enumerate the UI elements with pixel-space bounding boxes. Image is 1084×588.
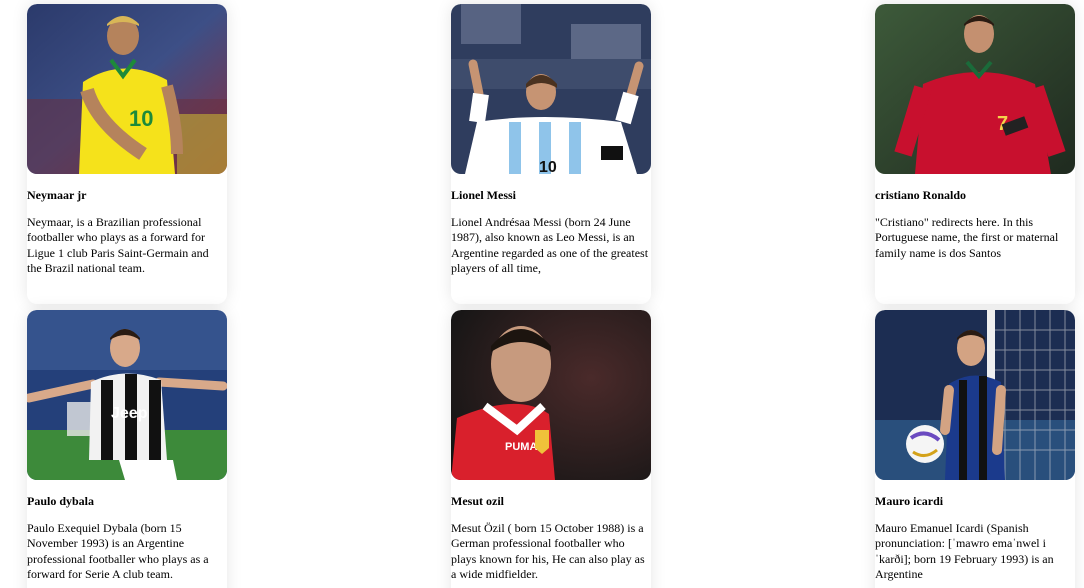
- player-card[interactable]: Mauro icardi Mauro Emanuel Icardi (Spani…: [875, 310, 1075, 588]
- player-photo-ronaldo: 7: [875, 4, 1075, 174]
- player-photo-ozil: PUMA: [451, 310, 651, 480]
- player-description: Lionel Andrésaa Messi (born 24 June 1987…: [451, 215, 649, 275]
- svg-text:PUMA: PUMA: [505, 441, 537, 453]
- player-description: Mesut Özil ( born 15 October 1988) is a …: [451, 521, 645, 581]
- player-card[interactable]: 7 cristiano Ronaldo "Cristiano" redirect…: [875, 4, 1075, 304]
- player-photo-neymar: 10: [27, 4, 227, 174]
- player-description: Mauro Emanuel Icardi (Spanish pronunciat…: [875, 521, 1054, 581]
- svg-text:10: 10: [129, 106, 153, 131]
- player-photo-messi: 10: [451, 4, 651, 174]
- player-description: Neymaar, is a Brazilian professional foo…: [27, 215, 209, 275]
- player-card-grid: 10 Neymaar jr Neymaar, is a Brazilian pr…: [0, 0, 1084, 588]
- player-description: "Cristiano" redirects here. In this Port…: [875, 215, 1059, 260]
- player-name: Lionel Messi: [451, 188, 516, 202]
- player-photo-dybala: Jeep: [27, 310, 227, 480]
- player-photo-icardi: [875, 310, 1075, 480]
- player-name: Mauro icardi: [875, 494, 944, 508]
- player-name: Mesut ozil: [451, 494, 504, 508]
- player-card[interactable]: 10 Lionel Messi Lionel Andrésaa Messi (b…: [451, 4, 651, 304]
- svg-text:Jeep: Jeep: [111, 405, 148, 422]
- player-description: Paulo Exequiel Dybala (born 15 November …: [27, 521, 209, 581]
- player-name: Paulo dybala: [27, 494, 95, 508]
- player-card[interactable]: PUMA Mesut ozil Mesut Özil ( born 15 Oct…: [451, 310, 651, 588]
- player-card[interactable]: 10 Neymaar jr Neymaar, is a Brazilian pr…: [27, 4, 227, 304]
- player-name: Neymaar jr: [27, 188, 87, 202]
- player-card[interactable]: Jeep Paulo dybala Paulo Exequiel Dybala …: [27, 310, 227, 588]
- svg-text:10: 10: [539, 159, 557, 174]
- player-name: cristiano Ronaldo: [875, 188, 967, 202]
